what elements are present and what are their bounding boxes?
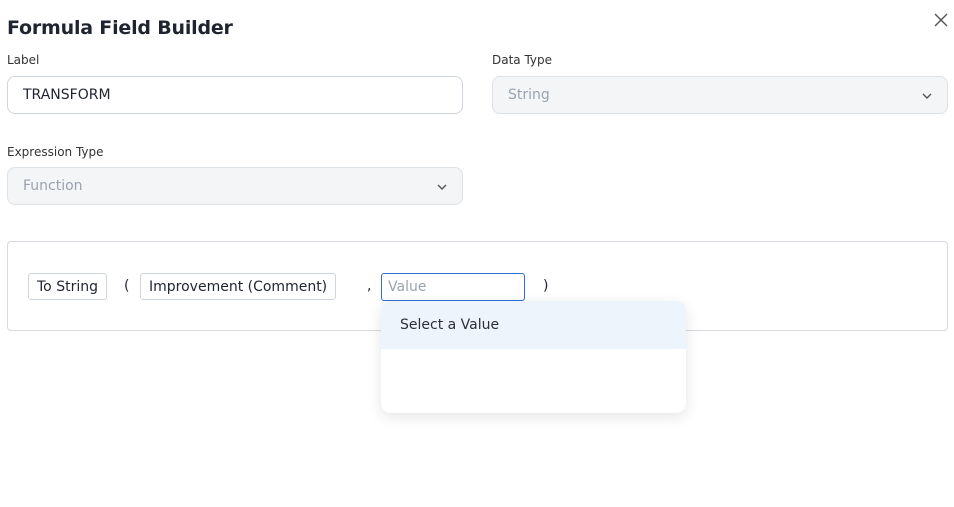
dropdown-item-select-a-value[interactable]: Select a Value xyxy=(381,301,686,349)
data-type-value: String xyxy=(508,87,550,103)
data-type-caption: Data Type xyxy=(492,53,553,67)
value-dropdown: Select a Value xyxy=(381,301,686,413)
value-input[interactable]: Value xyxy=(381,273,525,301)
comma-separator: , xyxy=(367,278,372,294)
data-type-select[interactable]: String xyxy=(492,76,948,114)
open-paren: ( xyxy=(124,278,130,294)
label-input[interactable]: TRANSFORM xyxy=(7,76,463,114)
label-input-value: TRANSFORM xyxy=(23,87,111,103)
argument-token[interactable]: Improvement (Comment) xyxy=(140,273,337,300)
function-token[interactable]: To String xyxy=(28,273,107,300)
expression-type-select[interactable]: Function xyxy=(7,167,463,205)
expression-type-caption: Expression Type xyxy=(7,145,104,159)
value-input-placeholder: Value xyxy=(388,279,427,295)
label-caption: Label xyxy=(7,53,40,67)
expression-type-value: Function xyxy=(23,178,83,194)
chevron-down-icon xyxy=(922,93,932,99)
close-paren: ) xyxy=(543,278,549,294)
dialog-title: Formula Field Builder xyxy=(7,17,233,39)
close-icon[interactable] xyxy=(932,11,950,29)
chevron-down-icon xyxy=(437,184,447,190)
